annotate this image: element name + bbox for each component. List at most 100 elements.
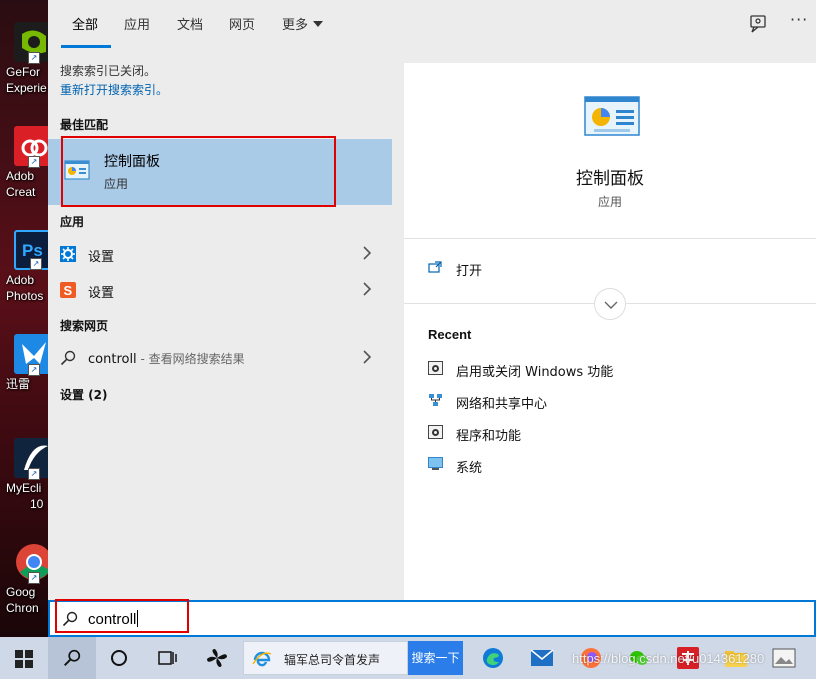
mail-icon[interactable]	[530, 649, 554, 667]
feedback-icon[interactable]	[748, 14, 768, 34]
result-label: 设置	[88, 286, 115, 301]
cortana-icon[interactable]	[110, 649, 128, 667]
desktop-icon-label: 10	[30, 497, 44, 511]
desktop: ↗ GeFor Experie ↗ Adob Creat Ps ↗ Adob P…	[0, 0, 48, 637]
task-view-icon[interactable]	[158, 649, 178, 667]
watermark-text: https://blog.csdn.net/u014361280	[572, 651, 765, 666]
taskbar-search-button[interactable]	[48, 637, 96, 679]
web-search-query: controll	[88, 352, 137, 367]
shortcut-arrow-icon: ↗	[28, 468, 40, 480]
desktop-icon-myeclipse[interactable]: ↗ MyEcli 10	[0, 438, 48, 512]
web-search-text: controll - 查看网络搜索结果	[88, 350, 245, 367]
edge-icon[interactable]	[482, 647, 504, 669]
desktop-icon-label: 迅雷	[6, 377, 31, 391]
recent-item-label: 系统	[456, 461, 483, 476]
reopen-index-link[interactable]: 重新打开搜索索引。	[60, 81, 168, 98]
recent-heading: Recent	[428, 327, 472, 342]
shortcut-arrow-icon: ↗	[28, 572, 40, 584]
tab-apps[interactable]: 应用	[124, 14, 150, 33]
web-search-heading: 搜索网页	[60, 319, 109, 333]
desktop-icon-label: Goog	[6, 585, 36, 599]
system-monitor-icon	[428, 457, 443, 470]
search-icon	[60, 350, 76, 366]
desktop-icon-label: GeFor	[6, 65, 41, 79]
tab-more[interactable]: 更多	[282, 14, 324, 33]
chevron-right-icon[interactable]	[362, 246, 372, 260]
recent-item[interactable]: 网络和共享中心	[428, 391, 808, 412]
windows-start-icon[interactable]	[15, 650, 33, 668]
chevron-right-icon[interactable]	[362, 282, 372, 296]
programs-features-icon	[428, 425, 443, 439]
expand-button[interactable]	[594, 288, 626, 320]
desktop-icon-thunder[interactable]: ↗ 迅雷	[0, 334, 48, 392]
preview-subtitle: 应用	[597, 195, 622, 209]
pinwheel-app-icon[interactable]	[205, 647, 229, 669]
recent-item[interactable]: 启用或关闭 Windows 功能	[428, 359, 808, 380]
sogou-settings-icon: S	[60, 282, 76, 298]
recent-item-label: 程序和功能	[456, 429, 522, 444]
recent-item-label: 网络和共享中心	[456, 397, 548, 412]
recent-item-label: 启用或关闭 Windows 功能	[456, 365, 614, 380]
result-web-search[interactable]: controll - 查看网络搜索结果	[48, 341, 392, 375]
annotation-highlight-box	[55, 599, 189, 633]
shortcut-arrow-icon: ↗	[28, 52, 40, 64]
ie-icon	[252, 651, 272, 667]
result-settings-2[interactable]: S 设置	[48, 273, 392, 307]
open-icon	[428, 261, 442, 273]
taskbar-search-go-button[interactable]: 搜索一下	[408, 641, 463, 675]
windows-features-icon	[428, 361, 443, 375]
tab-documents[interactable]: 文档	[177, 14, 203, 33]
desktop-icon-label: Chron	[6, 601, 39, 615]
result-settings-1[interactable]: 设置	[48, 237, 392, 271]
result-label: 设置	[88, 250, 115, 265]
gear-icon	[60, 246, 76, 262]
shortcut-arrow-icon: ↗	[28, 156, 40, 168]
geforce-icon: ↗	[14, 22, 48, 64]
search-panel: 全部 应用 文档 网页 更多 ··· 搜索索引已关闭。 重新打开搜索索引。 最佳…	[48, 0, 816, 637]
tab-more-label: 更多	[282, 18, 309, 33]
desktop-icon-geforce[interactable]: ↗ GeFor Experie	[0, 22, 48, 96]
network-icon	[429, 394, 442, 406]
chevron-down-icon	[604, 301, 618, 309]
myeclipse-icon: ↗	[14, 438, 48, 480]
shortcut-arrow-icon: ↗	[30, 258, 42, 270]
index-off-notice: 搜索索引已关闭。	[60, 64, 157, 78]
apps-heading: 应用	[60, 215, 85, 229]
recent-item[interactable]: 程序和功能	[428, 423, 808, 444]
news-headline: 辐军总司令首发声	[284, 653, 381, 667]
chevron-down-icon	[313, 21, 324, 27]
desktop-icon-photoshop[interactable]: Ps ↗ Adob Photos	[0, 230, 48, 304]
desktop-icon-label: Adob	[6, 273, 35, 287]
taskbar-news-search[interactable]: 辐军总司令首发声	[243, 641, 408, 675]
desktop-icon-label: Creat	[6, 185, 36, 199]
more-options-icon[interactable]: ···	[790, 10, 808, 29]
best-match-heading: 最佳匹配	[60, 118, 109, 132]
control-panel-icon	[584, 96, 640, 136]
settings-heading[interactable]: 设置 (2)	[60, 386, 108, 403]
photoshop-icon: Ps ↗	[14, 230, 48, 270]
annotation-highlight-box	[61, 136, 336, 207]
picture-app-icon[interactable]	[772, 647, 796, 669]
search-icon	[64, 649, 81, 666]
preview-title: 控制面板	[576, 169, 644, 189]
desktop-icon-label: Photos	[6, 289, 44, 303]
tab-all[interactable]: 全部	[72, 14, 98, 33]
chevron-right-icon[interactable]	[362, 350, 372, 364]
open-action[interactable]: 打开	[456, 260, 482, 279]
shortcut-arrow-icon: ↗	[28, 364, 40, 376]
desktop-icon-label: Adob	[6, 169, 35, 183]
thunder-bird-icon: ↗	[14, 334, 48, 376]
web-search-hint: - 查看网络搜索结果	[136, 352, 245, 366]
desktop-icon-chrome[interactable]: ↗ Goog Chron	[0, 542, 48, 616]
divider	[404, 238, 816, 239]
chrome-icon: ↗	[14, 542, 48, 584]
adobe-cc-icon: ↗	[14, 126, 48, 168]
results-pane: 搜索索引已关闭。 重新打开搜索索引。 最佳匹配 控制面板 应用 应用 设置 S …	[48, 48, 392, 600]
preview-pane: 控制面板 应用 打开 Recent 启用或关闭 Windows 功能 网络和共享…	[404, 63, 816, 600]
search-tabs: 全部 应用 文档 网页 更多 ···	[48, 0, 816, 48]
desktop-icon-label: MyEcli	[6, 481, 42, 495]
desktop-icon-label: Experie	[6, 81, 47, 95]
desktop-icon-adobe-cc[interactable]: ↗ Adob Creat	[0, 126, 48, 200]
tab-web[interactable]: 网页	[229, 14, 255, 33]
recent-item[interactable]: 系统	[428, 455, 808, 476]
